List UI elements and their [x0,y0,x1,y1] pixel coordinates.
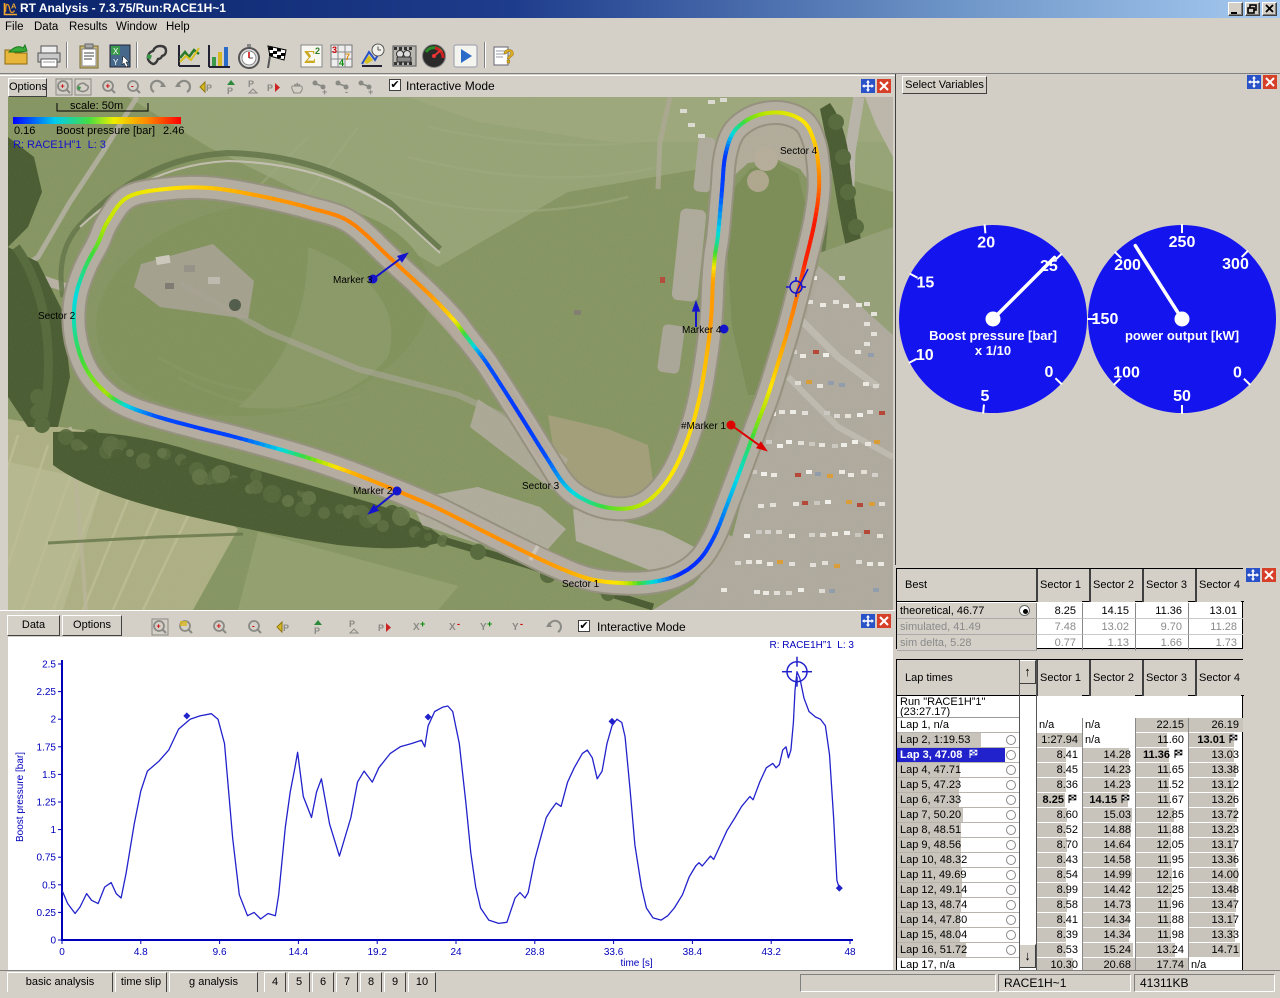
svg-text:P: P [206,83,212,93]
svg-text:0: 0 [1044,364,1053,381]
svg-text:R: RACE1H”1 L: 3: R: RACE1H”1 L: 3 [13,139,106,151]
svg-text:Σ: Σ [304,47,316,67]
svg-text:time [s]: time [s] [620,958,652,969]
svg-text:2: 2 [315,46,320,56]
svg-text:0: 0 [1233,365,1242,382]
svg-text:-: - [520,619,523,629]
svg-text:33.6: 33.6 [604,947,624,958]
svg-text:?: ? [503,47,515,68]
svg-text:X: X [113,47,119,56]
svg-text:Sector 2: Sector 2 [38,311,76,322]
svg-text:0.16: 0.16 [14,125,35,137]
svg-text:+: + [420,619,425,629]
svg-text:100: 100 [1113,365,1140,382]
svg-text:1.5: 1.5 [42,770,56,781]
svg-text:+: + [106,82,111,91]
svg-text:X: X [413,622,420,633]
svg-text:0.75: 0.75 [37,853,57,864]
svg-text:15: 15 [917,274,935,291]
svg-text:P: P [314,626,320,636]
svg-text:0: 0 [50,936,56,947]
svg-text:+: + [322,87,327,96]
svg-text:10: 10 [916,347,934,364]
svg-text:+: + [157,624,161,631]
svg-text:R: RACE1H”1 L: 3: R: RACE1H”1 L: 3 [770,640,855,651]
svg-text:Sector 4: Sector 4 [780,146,818,157]
svg-text:20: 20 [977,235,995,252]
svg-text:Sector 1: Sector 1 [562,579,600,590]
svg-text:2.5: 2.5 [42,660,56,671]
svg-text:1.75: 1.75 [37,742,57,753]
svg-text:A: A [11,2,17,11]
svg-text:+: + [487,619,492,629]
svg-text:P: P [227,86,233,96]
svg-text:-: - [457,619,460,629]
svg-text:-: - [131,82,134,91]
svg-text:Boost pressure [bar]: Boost pressure [bar] [56,125,155,137]
svg-text:+: + [217,622,222,631]
svg-text:P: P [283,623,289,633]
svg-text:power output [kW]: power output [kW] [1125,328,1239,343]
svg-text:Sector 3: Sector 3 [522,481,560,492]
svg-text:#Marker 1: #Marker 1 [681,421,726,432]
svg-text:-: - [345,87,348,96]
svg-text:-: - [252,622,255,631]
svg-text:5: 5 [981,388,990,405]
svg-text:Boost pressure [bar]: Boost pressure [bar] [929,328,1057,343]
svg-text:200: 200 [1114,257,1141,274]
svg-text:0.5: 0.5 [42,880,56,891]
svg-text:2.46: 2.46 [163,125,184,137]
svg-text:14.4: 14.4 [289,947,309,958]
svg-text:7: 7 [345,52,350,62]
svg-text:4: 4 [339,58,344,68]
svg-text:Marker 4: Marker 4 [682,325,722,336]
svg-text:50: 50 [1173,388,1191,405]
svg-text:1: 1 [50,825,56,836]
svg-text:43.2: 43.2 [761,947,781,958]
svg-text:9.6: 9.6 [213,947,227,958]
svg-text:250: 250 [1169,234,1196,251]
svg-text:24: 24 [450,947,462,958]
svg-text:0: 0 [59,947,65,958]
svg-text:38.4: 38.4 [683,947,703,958]
svg-text:scale: 50m: scale: 50m [70,100,123,112]
svg-text:28.8: 28.8 [525,947,545,958]
svg-text:+: + [368,87,373,96]
svg-text:1.25: 1.25 [37,798,57,809]
svg-text:150: 150 [1092,311,1119,328]
svg-text:P: P [378,623,384,633]
svg-text:P: P [267,83,273,93]
svg-text:P: P [248,79,254,89]
svg-text:0.25: 0.25 [37,908,57,919]
svg-text:Y: Y [480,622,487,633]
svg-text:4.8: 4.8 [134,947,148,958]
svg-text:19.2: 19.2 [367,947,387,958]
svg-text:Y: Y [113,58,119,67]
svg-text:x 1/10: x 1/10 [975,343,1011,358]
svg-text:P: P [349,619,355,629]
svg-text:3: 3 [332,45,337,55]
svg-text:X: X [449,622,456,633]
svg-text:Y: Y [512,622,519,633]
svg-text:Marker 2: Marker 2 [353,486,393,497]
svg-text:+: + [61,84,65,91]
svg-text:48: 48 [844,947,856,958]
svg-text:2: 2 [50,715,56,726]
svg-text:2.25: 2.25 [37,687,57,698]
svg-text:Marker 3: Marker 3 [333,275,373,286]
svg-text:300: 300 [1222,256,1249,273]
svg-text:Boost pressure [bar]: Boost pressure [bar] [15,752,26,842]
